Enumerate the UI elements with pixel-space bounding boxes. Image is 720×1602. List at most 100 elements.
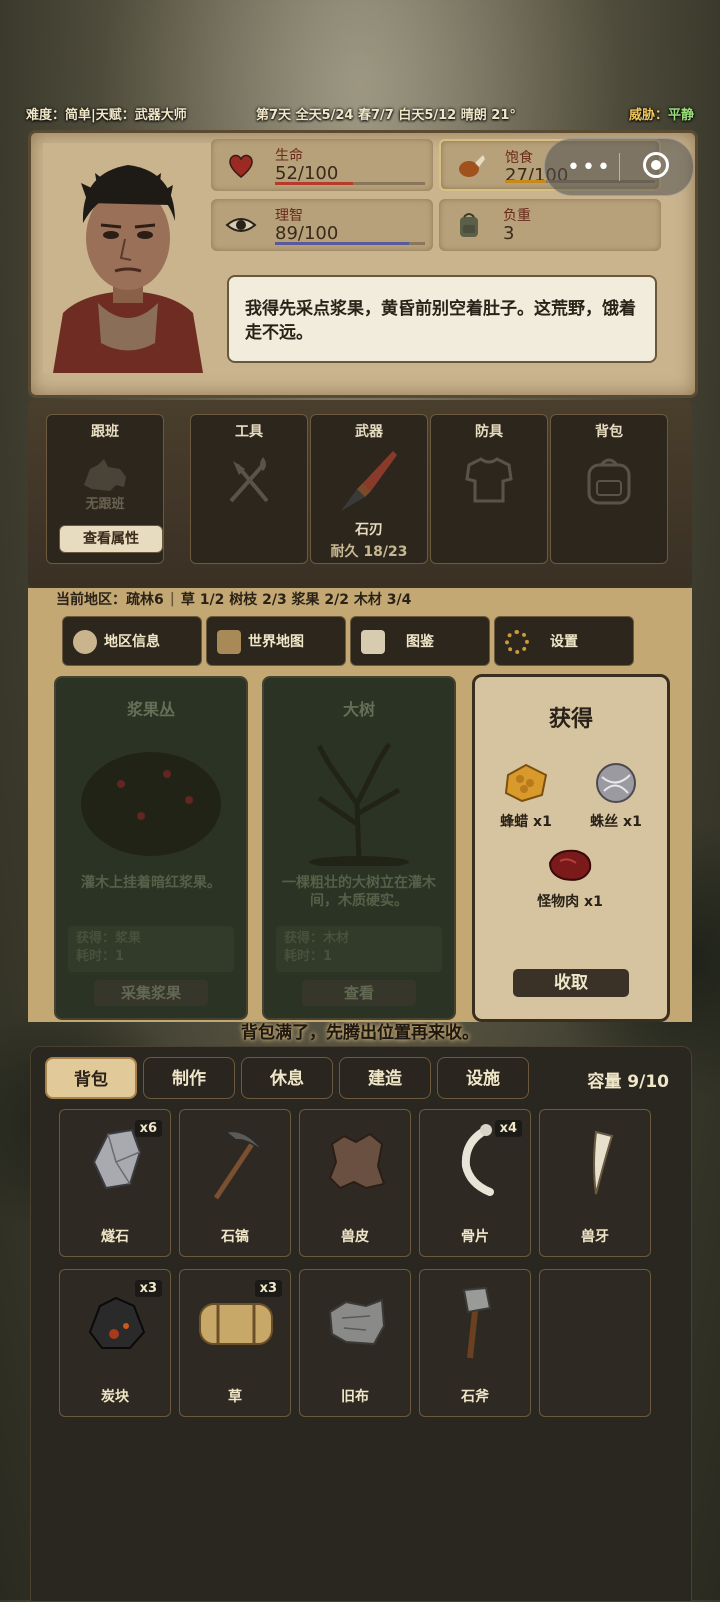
status-bar: 难度：简单|天赋：武器大师 第7天 全天5/24 春7/7 白天5/12 晴朗 … (26, 100, 694, 126)
health-bar-fill (275, 182, 353, 185)
hunger-label: 饱食 (505, 150, 533, 166)
stone-blade-icon (341, 451, 397, 511)
health-stat: 生命 52/100 (211, 139, 433, 191)
tab-rest[interactable]: 休息 (241, 1057, 333, 1099)
heart-icon (229, 154, 253, 178)
weight-value: 3 (503, 223, 515, 244)
big-tree-card[interactable]: 大树 一棵粗壮的大树立在灌木间，木质硬实。 获得：木材 耗时：1 查看 (262, 676, 456, 1020)
obtained-title: 获得 (548, 707, 593, 732)
spider-silk-icon (596, 763, 636, 803)
beeswax-icon (504, 763, 548, 803)
threat-label: 威胁： (628, 107, 668, 123)
big-tree-info: 获得：木材 耗时：1 (276, 926, 442, 972)
backpack-outline-icon (587, 458, 631, 505)
berry-bush-description: 灌木上挂着暗红浆果。 (81, 875, 221, 891)
inventory-item[interactable]: x3 草 (179, 1269, 291, 1417)
fang-icon (593, 1130, 614, 1195)
tool-slot-title: 工具 (235, 424, 263, 440)
armor-slot-title: 防具 (475, 424, 503, 440)
inventory-item[interactable]: 石斧 (419, 1269, 531, 1417)
area-nav: 地区信息 世界地图 图鉴 设置 (28, 610, 692, 672)
big-tree-title: 大树 (342, 700, 375, 719)
wolf-silhouette-icon (84, 459, 126, 491)
obtained-spider-silk: 蛛丝 x1 (571, 761, 661, 831)
sanity-label: 理智 (275, 208, 303, 224)
inventory-item[interactable]: x4 骨片 (419, 1109, 531, 1257)
armor-icon (465, 457, 513, 503)
threat-value: 平静 (667, 107, 694, 123)
berry-bush-card[interactable]: 浆果丛 灌木上挂着暗红浆果。 获得：浆果 耗时：1 采集浆果 (54, 676, 248, 1020)
character-speech-bubble: 我得先采点浆果，黄昏前别空着肚子。这荒野，饿着走不远。 (227, 275, 657, 363)
tab-crafting[interactable]: 制作 (143, 1057, 235, 1099)
inventory-capacity: 容量 9/10 (587, 1072, 669, 1092)
bag-slot[interactable]: 背包 (550, 414, 668, 564)
hide-icon (328, 1132, 386, 1190)
health-label: 生命 (275, 148, 303, 164)
empty-inventory-slot[interactable] (539, 1269, 651, 1417)
region-info-button[interactable]: 地区信息 (62, 616, 202, 666)
obtained-monster-meat: 怪物肉 x1 (525, 845, 615, 911)
companion-slot-title: 跟班 (91, 424, 119, 440)
weapon-name: 石刃 (355, 522, 383, 538)
tab-backpack[interactable]: 背包 (45, 1057, 137, 1099)
bag-slot-title: 背包 (595, 424, 623, 440)
tab-build[interactable]: 建造 (339, 1057, 431, 1099)
meat-drumstick-icon (459, 155, 485, 177)
armor-slot[interactable]: 防具 (430, 414, 548, 564)
gather-berries-button[interactable]: 采集浆果 (94, 980, 208, 1006)
eye-icon (225, 218, 257, 232)
pickaxe-icon (213, 1130, 265, 1200)
world-map-button[interactable]: 世界地图 (206, 616, 346, 666)
obtained-panel: 获得 蜂蜡 x1 蛛丝 x1 怪物肉 x1 收取 (472, 674, 670, 1022)
difficulty-talent-text: 难度：简单|天赋：武器大师 (26, 107, 187, 123)
inventory-item[interactable]: x3 炭块 (59, 1269, 171, 1417)
backpack-icon (460, 213, 478, 237)
berry-bush-info: 获得：浆果 耗时：1 (68, 926, 234, 972)
berry-bush-title: 浆果丛 (126, 700, 175, 719)
no-companion-text: 无跟班 (85, 497, 125, 512)
day-weather-text: 第7天 全天5/24 春7/7 白天5/12 晴朗 21° (256, 107, 516, 123)
collect-button[interactable]: 收取 (513, 969, 629, 997)
view-attributes-button[interactable]: 查看属性 (59, 525, 163, 553)
mini-program-capsule: ••• (544, 138, 694, 196)
weight-label: 负重 (503, 208, 531, 224)
close-mini-program-icon[interactable] (643, 152, 669, 178)
weight-stat: 负重 3 (439, 199, 661, 251)
current-area: 当前地区：疏林6 (56, 592, 164, 608)
hunger-bar-fill (505, 180, 546, 183)
tool-slot[interactable]: 工具 (190, 414, 308, 564)
inventory-item[interactable]: 兽牙 (539, 1109, 651, 1257)
big-tree-description: 一棵粗壮的大树立在灌木间，木质硬实。 (282, 875, 436, 909)
codex-button[interactable]: 图鉴 (350, 616, 490, 666)
berry-bush-illustration (81, 752, 221, 856)
action-area: 浆果丛 灌木上挂着暗红浆果。 获得：浆果 耗时：1 采集浆果 大树 一棵粗壮的大… (28, 672, 692, 1022)
inventory-item[interactable]: 石镐 (179, 1109, 291, 1257)
sanity-value: 89/100 (275, 223, 339, 244)
obtained-beeswax: 蜂蜡 x1 (481, 761, 571, 831)
monster-meat-icon (548, 849, 592, 881)
weapon-durability: 耐久 18/23 (330, 544, 408, 560)
weapon-slot-title: 武器 (355, 424, 383, 440)
dead-tree-illustration (309, 742, 409, 866)
companion-slot[interactable]: 跟班 无跟班 查看属性 (46, 414, 164, 564)
health-value: 52/100 (275, 163, 339, 184)
inventory-item[interactable]: 兽皮 (299, 1109, 411, 1257)
sanity-bar-fill (275, 242, 409, 245)
inspect-tree-button[interactable]: 查看 (302, 980, 416, 1006)
settings-button[interactable]: 设置 (494, 616, 634, 666)
inventory-item[interactable]: x6 燧石 (59, 1109, 171, 1257)
threat-indicator: 威胁：平静 (629, 104, 694, 123)
inventory-panel: 背包 制作 休息 建造 设施 容量 9/10 x6 燧石 石镐 兽皮 x4 骨片… (30, 1046, 692, 1602)
tab-facilities[interactable]: 设施 (437, 1057, 529, 1099)
weapon-slot[interactable]: 武器 石刃 耐久 18/23 (310, 414, 428, 564)
more-options-icon[interactable]: ••• (567, 155, 612, 180)
sanity-stat: 理智 89/100 (211, 199, 433, 251)
axe-torch-icon (229, 457, 269, 503)
stone-axe-icon (462, 1286, 492, 1359)
equipment-panel: 跟班 无跟班 查看属性 工具 武器 石刃 耐久 18/23 防具 背包 (28, 400, 692, 588)
inventory-item[interactable]: 旧布 (299, 1269, 411, 1417)
bag-full-warning: 背包满了，先腾出位置再来收。 (241, 1023, 479, 1043)
area-bar: 当前地区：疏林6 | 草 1/2 树枝 2/3 浆果 2/2 木材 3/4 (28, 588, 692, 610)
character-portrait[interactable] (43, 143, 213, 373)
old-cloth-icon (328, 1298, 386, 1346)
